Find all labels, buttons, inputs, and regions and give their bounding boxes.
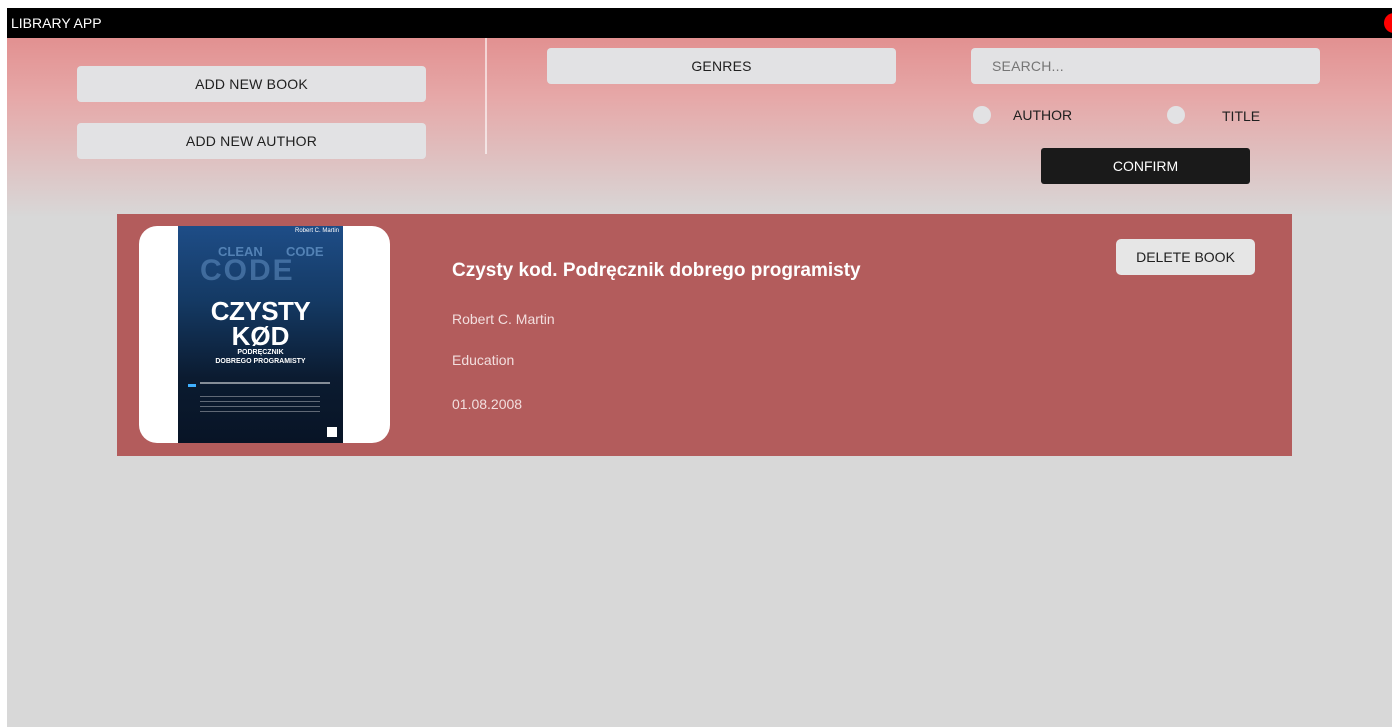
delete-book-button[interactable]: DELETE BOOK: [1116, 239, 1255, 275]
book-date: 01.08.2008: [452, 396, 523, 412]
cover-accent: [188, 384, 196, 387]
book-author: Robert C. Martin: [452, 311, 555, 327]
add-new-author-button[interactable]: ADD NEW AUTHOR: [77, 123, 426, 159]
author-radio-label: AUTHOR: [1013, 107, 1073, 123]
close-window-icon[interactable]: [1384, 13, 1392, 33]
app-window: LIBRARY APP ADD NEW BOOK ADD NEW AUTHOR …: [7, 8, 1392, 727]
book-genre: Education: [452, 352, 515, 368]
book-title: Czysty kod. Podręcznik dobrego programis…: [452, 260, 861, 281]
cover-fine-print: [200, 382, 330, 384]
book-card: Robert C. Martin CLEAN CODE CODE CZYSTY …: [117, 214, 1292, 456]
cover-subtitle: PODRĘCZNIK DOBREGO PROGRAMISTY: [178, 348, 343, 366]
add-new-book-button[interactable]: ADD NEW BOOK: [77, 66, 426, 102]
book-cover-image: Robert C. Martin CLEAN CODE CODE CZYSTY …: [178, 226, 343, 443]
publisher-logo-icon: [327, 427, 337, 437]
cover-fine-print: [200, 396, 320, 414]
cover-bg-word: CODE: [200, 254, 295, 287]
genres-button[interactable]: GENRES: [547, 48, 896, 84]
book-cover-frame: Robert C. Martin CLEAN CODE CODE CZYSTY …: [139, 226, 390, 443]
cover-author: Robert C. Martin: [294, 228, 339, 234]
section-divider: [485, 38, 487, 154]
confirm-button[interactable]: CONFIRM: [1041, 148, 1250, 184]
author-radio[interactable]: [973, 106, 991, 124]
title-radio[interactable]: [1167, 106, 1185, 124]
cover-subtitle-line2: DOBREGO PROGRAMISTY: [215, 358, 306, 365]
title-bar: LIBRARY APP: [7, 8, 1392, 38]
title-radio-label: TITLE: [1222, 108, 1261, 124]
cover-subtitle-line1: PODRĘCZNIK: [237, 349, 284, 356]
search-input[interactable]: [971, 48, 1320, 84]
app-title: LIBRARY APP: [11, 15, 102, 31]
